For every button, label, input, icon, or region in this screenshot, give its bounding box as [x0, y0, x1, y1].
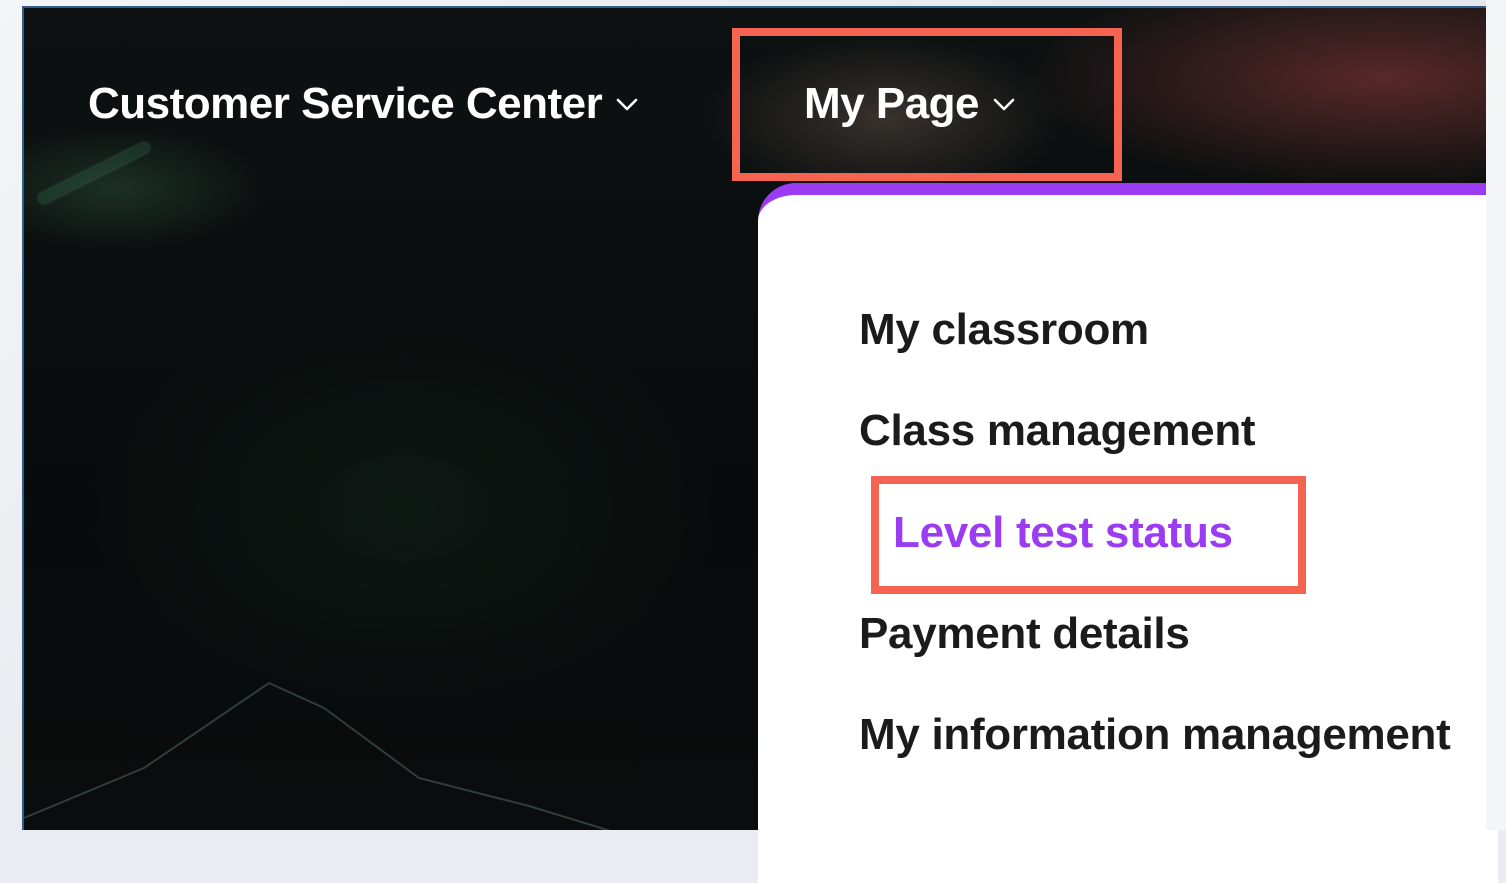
nav-customer-service-center[interactable]: Customer Service Center — [88, 72, 640, 136]
nav-customer-service-center-label: Customer Service Center — [88, 79, 603, 128]
menu-item-payment-details[interactable]: Payment details — [859, 609, 1190, 659]
highlight-my-page — [732, 28, 1122, 181]
menu-item-my-classroom[interactable]: My classroom — [859, 305, 1149, 355]
chevron-down-icon — [616, 98, 638, 111]
menu-item-class-management[interactable]: Class management — [859, 406, 1256, 456]
right-edge-margin — [1486, 0, 1506, 830]
menu-item-my-information-management[interactable]: My information management — [859, 710, 1451, 760]
highlight-level-test-status — [871, 476, 1306, 594]
